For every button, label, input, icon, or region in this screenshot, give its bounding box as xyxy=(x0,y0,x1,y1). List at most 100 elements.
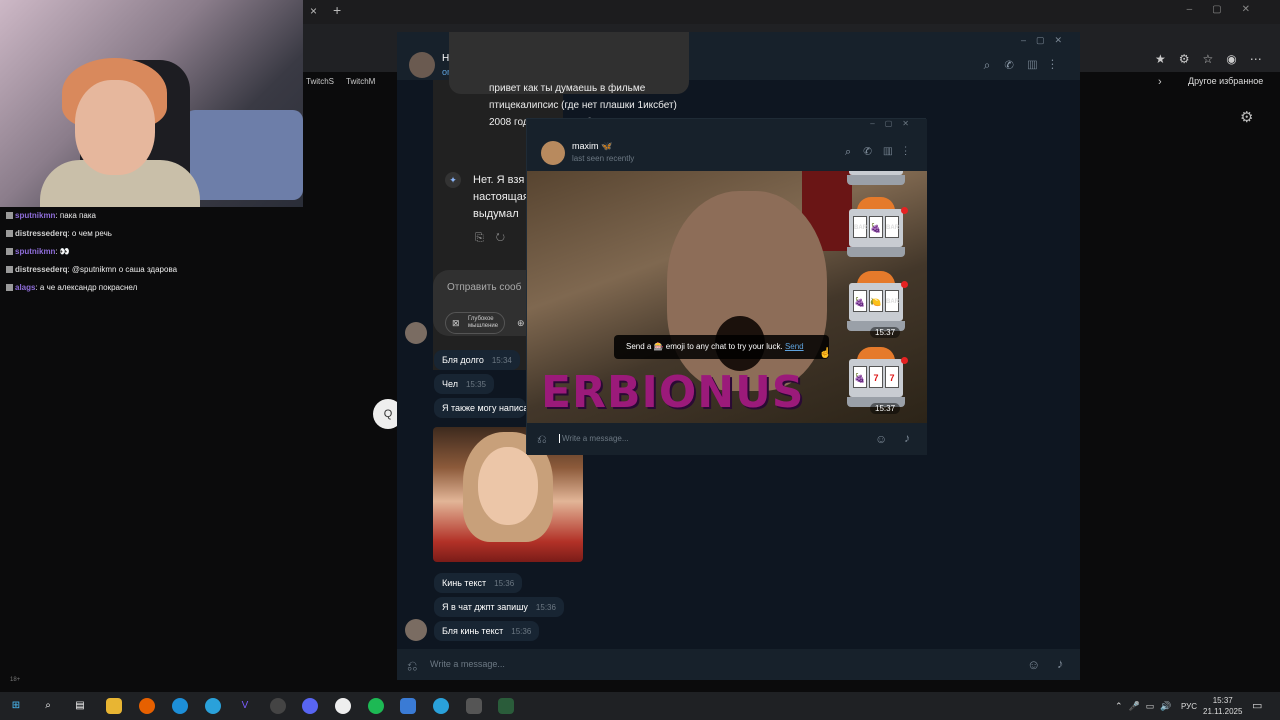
obs-icon[interactable] xyxy=(335,698,351,714)
avatar[interactable] xyxy=(405,619,427,641)
clock[interactable]: 15:37 21.11.2025 xyxy=(1203,695,1242,717)
telegram-icon[interactable] xyxy=(205,698,221,714)
bookmark-twitchs[interactable]: TwitchS xyxy=(306,77,334,86)
chat-header: maxim 🦋 last seen recently ⌕✆▥⋮ xyxy=(527,133,927,171)
chat-username[interactable]: sputnikmn xyxy=(15,211,55,220)
task-view-icon[interactable]: ▤ xyxy=(72,698,88,714)
app-v-icon[interactable]: V xyxy=(237,698,253,714)
app-window-icon[interactable] xyxy=(400,698,416,714)
slot-machine-sticker[interactable]: 🍇 🍋 BAR xyxy=(847,271,908,333)
emoji-icon[interactable]: ☺ xyxy=(875,432,887,446)
bookmark-twitchm[interactable]: TwitchM xyxy=(346,77,375,86)
slot-reel: 🍇 xyxy=(853,290,867,312)
gpt-answer: Нет. Я взя настоящая выдумал xyxy=(473,172,533,223)
new-tab-icon[interactable]: + xyxy=(333,2,341,18)
tab-close-icon[interactable]: × xyxy=(310,4,317,18)
chat-text: 👀 xyxy=(59,247,70,256)
message-bubble[interactable]: Бля кинь текст 15:36 xyxy=(434,621,540,641)
image-face xyxy=(478,447,538,525)
start-icon[interactable]: ⊞ xyxy=(8,698,24,714)
microphone-icon[interactable]: ♪ xyxy=(904,431,910,445)
message-bubble[interactable]: Кинь текст 15:36 xyxy=(434,573,523,593)
slot-reel: BAR xyxy=(885,290,899,312)
answer-line: выдумал xyxy=(473,208,519,220)
app-icon[interactable] xyxy=(270,698,286,714)
video-overlay-text: ERBIONUS xyxy=(541,367,805,418)
message-text: Я также могу написа xyxy=(442,403,526,413)
twitch-chat: sputnikmn: пака пака distressederq: о че… xyxy=(6,207,306,297)
gpt-input-placeholder[interactable]: Отправить сооб xyxy=(447,282,521,293)
slot-machine-sticker[interactable]: 🍇 7 7 xyxy=(847,347,908,409)
telegram-icon[interactable] xyxy=(433,698,449,714)
chat-message: distressederq: @sputnikmn о саша здарова xyxy=(6,261,306,279)
message-text: Бля долго xyxy=(442,355,484,365)
message-text: Чел xyxy=(442,379,458,389)
message-bubble[interactable]: Бля долго 15:34 xyxy=(434,350,520,370)
slot-knob xyxy=(901,281,908,288)
slot-reel: 🍋 xyxy=(869,290,883,312)
avatar[interactable] xyxy=(405,322,427,344)
search-icon[interactable]: ⌕ xyxy=(40,698,56,714)
spotify-icon[interactable] xyxy=(368,698,384,714)
avatar[interactable] xyxy=(409,52,435,78)
message-composer: ⎌ Write a message... ☺ ♪ xyxy=(527,423,927,455)
badge-icon xyxy=(6,248,13,255)
window-controls[interactable]: –▢✕ xyxy=(1187,4,1270,15)
chat-username[interactable]: distressederq xyxy=(15,229,67,238)
message-text: Я в чат джпт запишу xyxy=(442,602,528,612)
message-input[interactable]: Write a message... xyxy=(430,659,505,669)
video-message[interactable]: ERBIONUS BAR 🍇 BAR 🍇 🍋 BAR 15:37 🍇 7 7 1… xyxy=(527,171,927,423)
gemini-icon: ✦ xyxy=(445,172,461,188)
window-controls[interactable]: –▢✕ xyxy=(527,119,927,133)
other-favorites-folder[interactable]: Другое избранное xyxy=(1188,76,1263,86)
message-bubble[interactable]: Чел 15:35 xyxy=(434,374,494,394)
gear-icon[interactable]: ⚙ xyxy=(1240,108,1253,126)
header-actions[interactable]: ⌕✆▥⋮ xyxy=(984,58,1068,73)
window-controls[interactable]: –▢✕ xyxy=(1021,35,1072,46)
clock-date: 21.11.2025 xyxy=(1203,707,1243,716)
slot-reel: 🍇 xyxy=(869,216,883,238)
message-text: Кинь текст xyxy=(442,578,487,588)
answer-line: настоящая xyxy=(473,191,529,203)
microphone-icon[interactable]: ♪ xyxy=(1057,656,1064,671)
message-input[interactable]: Write a message... xyxy=(559,434,629,443)
avatar[interactable] xyxy=(541,141,565,165)
file-explorer-icon[interactable] xyxy=(106,698,122,714)
discord-icon[interactable] xyxy=(302,698,318,714)
slot-knob xyxy=(901,207,908,214)
browser-toolbar-icons[interactable]: ★⚙☆◉⋯ xyxy=(1155,52,1275,66)
chat-username[interactable]: distressederq xyxy=(15,265,67,274)
globe-icon[interactable]: ⊕ xyxy=(517,318,525,329)
tooltip-send-link[interactable]: Send xyxy=(785,342,804,351)
attach-icon[interactable]: ⎌ xyxy=(537,432,547,447)
emoji-icon[interactable]: ☺ xyxy=(1027,657,1040,672)
message-time: 15:37 xyxy=(870,403,901,414)
chat-username[interactable]: sputnikmn xyxy=(15,247,55,256)
slot-machine-sticker[interactable] xyxy=(847,171,905,187)
chat-message: distressederq: о чем речь xyxy=(6,225,306,243)
app-icon[interactable] xyxy=(498,698,514,714)
message-time: 15:35 xyxy=(465,380,486,389)
contact-name[interactable]: maxim 🦋 xyxy=(572,141,612,152)
system-tray-icons[interactable]: ⌃🎤▭🔊 xyxy=(1115,701,1177,712)
notepad-icon[interactable] xyxy=(466,698,482,714)
chevron-right-icon[interactable]: › xyxy=(1158,76,1162,88)
message-time: 15:36 xyxy=(535,603,556,612)
maxim-chat-window: –▢✕ maxim 🦋 last seen recently ⌕✆▥⋮ ERBI… xyxy=(526,118,927,455)
language-indicator[interactable]: РУС xyxy=(1181,702,1197,711)
pillow xyxy=(185,110,303,200)
slot-machine-sticker[interactable]: BAR 🍇 BAR xyxy=(847,197,908,259)
edge-icon[interactable] xyxy=(172,698,188,714)
chat-text: @sputnikmn о саша здарова xyxy=(71,265,178,274)
message-bubble[interactable]: Я в чат джпт запишу 15:36 xyxy=(434,597,564,617)
message-bubble[interactable]: Я также могу написа xyxy=(434,398,526,418)
copy-icon[interactable]: ⎘↻ xyxy=(475,232,517,245)
header-actions[interactable]: ⌕✆▥⋮ xyxy=(845,146,919,159)
streamer-webcam xyxy=(0,0,303,207)
message-time: 15:37 xyxy=(870,327,901,338)
tooltip-text: Send a 🎰 emoji to any chat to try your l… xyxy=(626,342,783,351)
firefox-icon[interactable] xyxy=(139,698,155,714)
chat-username[interactable]: alags xyxy=(15,283,35,292)
attach-icon[interactable]: ⎌ xyxy=(407,658,417,674)
notification-icon[interactable]: ▭ xyxy=(1252,699,1262,712)
